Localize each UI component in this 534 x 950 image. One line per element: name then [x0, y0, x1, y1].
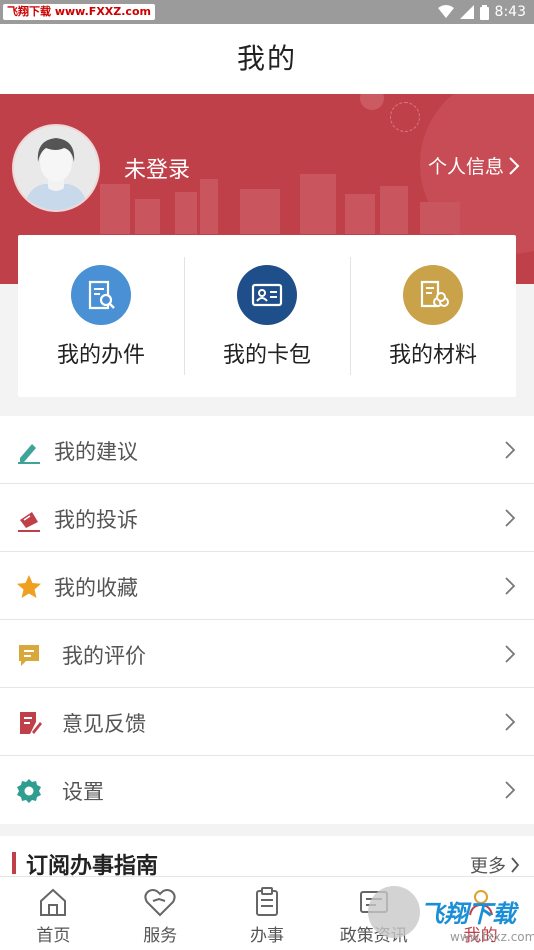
menu-list: 我的建议 我的投诉 我的收藏 我的评价 意见反馈 设置	[0, 416, 534, 824]
tab-label: 政策资讯	[339, 926, 408, 946]
chevron-right-icon	[509, 156, 520, 175]
more-label: 更多	[470, 856, 506, 877]
comment-icon	[19, 645, 39, 666]
news-icon	[359, 891, 388, 913]
heart-tag-icon	[144, 889, 176, 917]
section-accent-bar	[12, 852, 16, 874]
login-status[interactable]: 未登录	[124, 152, 190, 184]
tab-policy-news[interactable]: 政策资讯	[320, 877, 427, 950]
chevron-right-icon	[505, 645, 516, 663]
menu-item-my-favorites[interactable]: 我的收藏	[0, 552, 534, 620]
tab-label: 服务	[143, 926, 178, 946]
quick-action-label: 我的卡包	[222, 343, 311, 368]
watermark-badge: 飞翔下载 www.FXXZ.com	[3, 4, 155, 20]
menu-item-my-suggestions[interactable]: 我的建议	[0, 416, 534, 484]
signal-icon	[459, 5, 474, 19]
quick-action-label: 我的办件	[56, 343, 145, 368]
chevron-right-icon	[505, 713, 516, 731]
person-icon	[468, 890, 493, 916]
tab-label: 办事	[249, 926, 284, 946]
complaint-icon	[18, 512, 40, 532]
tab-affairs[interactable]: 办事	[214, 877, 321, 950]
menu-item-label: 我的投诉	[54, 508, 138, 532]
menu-item-feedback[interactable]: 意见反馈	[0, 688, 534, 756]
chevron-right-icon	[505, 577, 516, 595]
personal-info-label: 个人信息	[427, 156, 504, 178]
menu-item-label: 我的建议	[54, 440, 138, 464]
quick-action-my-cases[interactable]: 我的办件	[18, 235, 184, 397]
status-icons: 8:43	[437, 3, 526, 21]
chevron-right-icon	[505, 781, 516, 799]
banner-decoration	[360, 94, 384, 110]
status-bar: 飞翔下载 www.FXXZ.com 8:43	[0, 0, 534, 24]
menu-item-my-complaints[interactable]: 我的投诉	[0, 484, 534, 552]
star-icon	[17, 575, 41, 598]
quick-actions-card: 我的办件 我的卡包 我的材料	[18, 235, 516, 397]
page-title: 我的	[236, 42, 297, 75]
title-bar: 我的	[0, 24, 534, 94]
quick-icon-circle	[403, 265, 463, 325]
quick-action-label: 我的材料	[388, 343, 477, 368]
wifi-icon	[437, 5, 454, 18]
battery-icon	[479, 4, 489, 20]
quick-icon-circle	[71, 265, 131, 325]
more-link[interactable]: 更多	[470, 852, 520, 878]
tab-label: 首页	[36, 926, 71, 946]
menu-item-label: 我的收藏	[54, 576, 138, 600]
tab-mine[interactable]: 我的	[427, 877, 534, 950]
edit-icon	[18, 444, 40, 464]
gear-icon	[17, 779, 41, 803]
menu-item-label: 意见反馈	[62, 712, 146, 736]
home-icon	[40, 888, 67, 916]
menu-item-label: 设置	[62, 780, 104, 804]
menu-item-label: 我的评价	[62, 644, 146, 668]
chevron-right-icon	[505, 441, 516, 459]
document-search-icon	[88, 280, 115, 310]
id-card-icon	[251, 283, 283, 307]
chevron-right-icon	[511, 857, 520, 873]
quick-action-my-card-wallet[interactable]: 我的卡包	[184, 235, 350, 397]
materials-icon	[420, 280, 449, 308]
tab-label: 我的	[463, 926, 498, 946]
tab-home[interactable]: 首页	[0, 877, 107, 950]
status-time: 8:43	[494, 4, 526, 20]
feedback-icon	[20, 712, 42, 734]
menu-item-my-reviews[interactable]: 我的评价	[0, 620, 534, 688]
clipboard-icon	[255, 887, 278, 916]
watermark-site: 飞翔下载	[7, 5, 51, 18]
chevron-right-icon	[505, 509, 516, 527]
quick-action-my-materials[interactable]: 我的材料	[350, 235, 516, 397]
banner-decoration	[390, 102, 420, 132]
watermark-url: www.FXXZ.com	[54, 5, 151, 18]
bottom-tab-bar: 首页 服务 办事 政策资讯 我的	[0, 876, 534, 950]
tab-services[interactable]: 服务	[107, 877, 214, 950]
menu-item-settings[interactable]: 设置	[0, 756, 534, 824]
avatar[interactable]	[12, 124, 100, 212]
default-avatar-icon	[14, 126, 98, 210]
personal-info-link[interactable]: 个人信息	[428, 152, 520, 179]
quick-icon-circle	[237, 265, 297, 325]
